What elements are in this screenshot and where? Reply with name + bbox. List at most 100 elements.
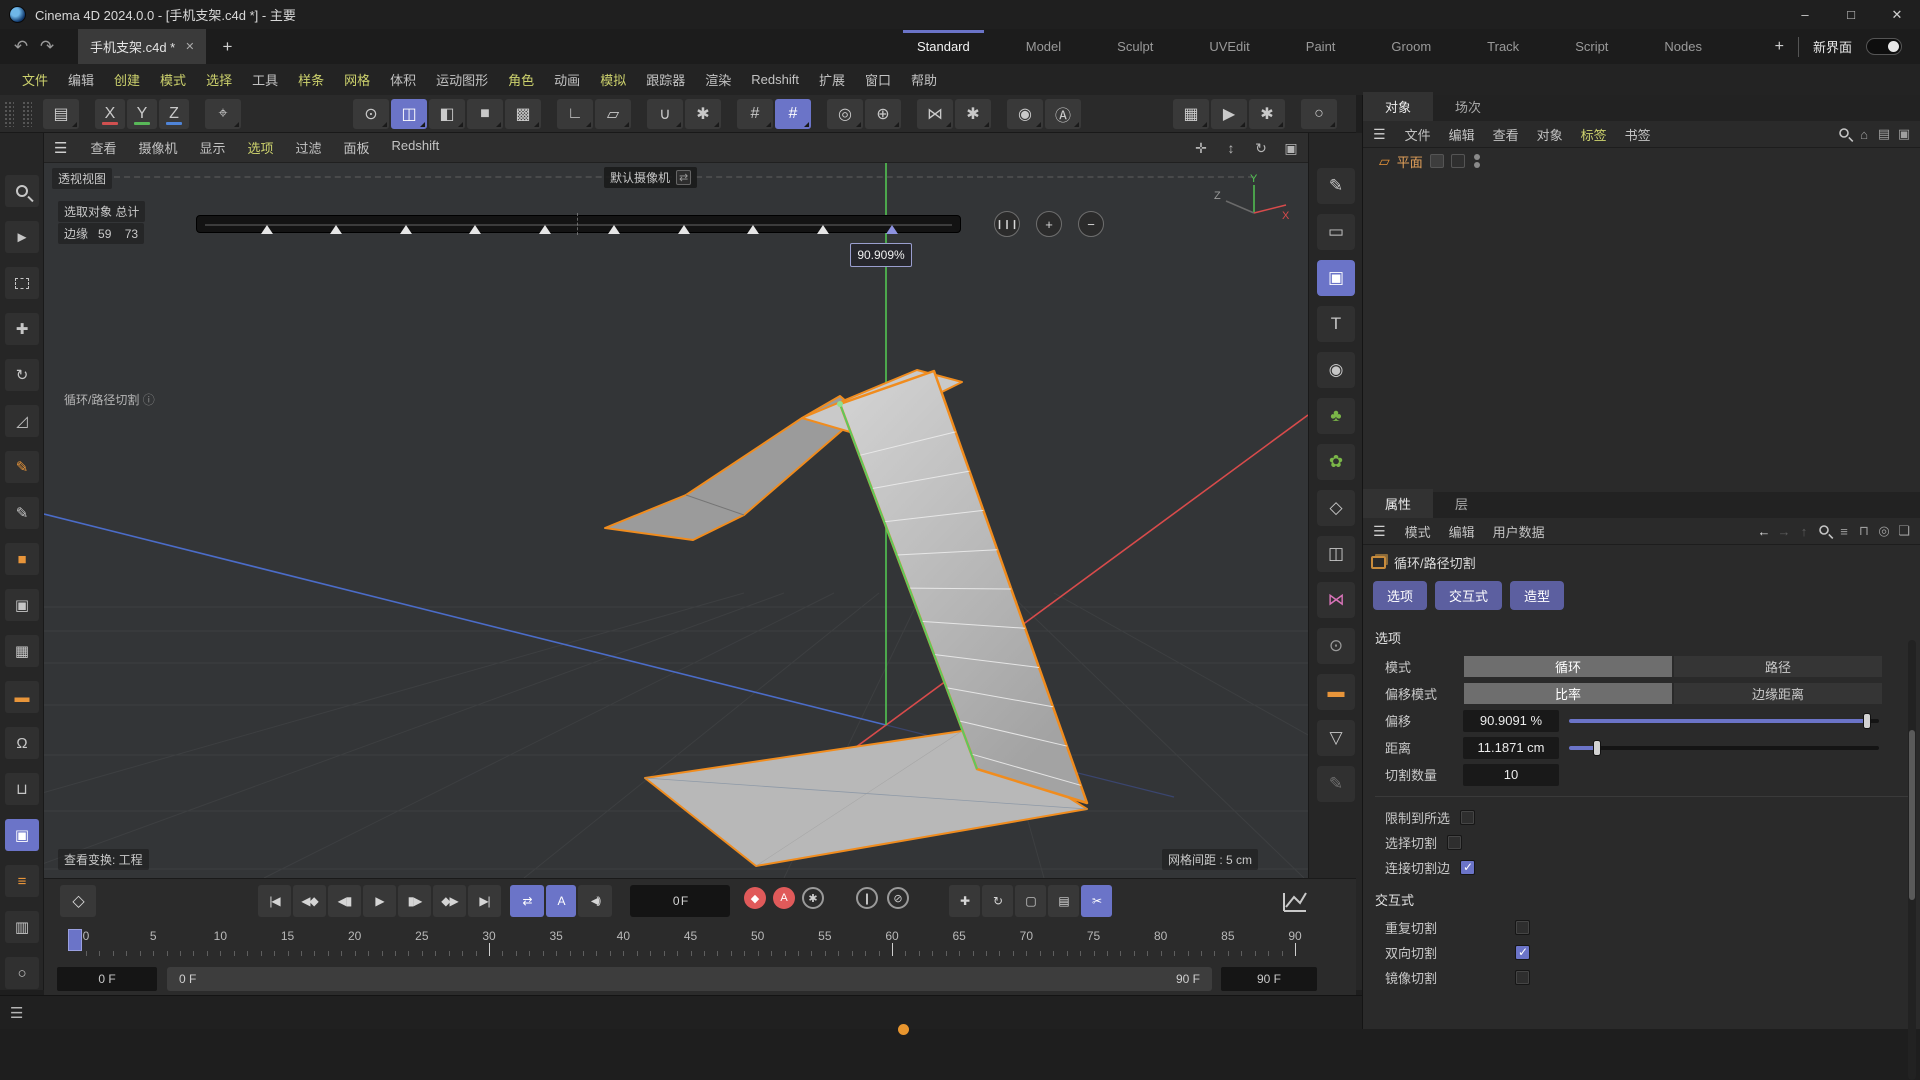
menu-item[interactable]: Redshift (741, 72, 809, 87)
playhead-marker[interactable] (68, 929, 82, 951)
menu-item[interactable]: 创建 (104, 70, 150, 89)
rectangle-selection-tool[interactable] (5, 267, 39, 299)
rectangle-spline-tool[interactable]: ▭ (1317, 214, 1355, 250)
add-layout-button[interactable]: + (1775, 38, 1784, 56)
subdivision-surface-tool[interactable]: ◉ (1317, 352, 1355, 388)
phone-stand-model[interactable] (605, 370, 1087, 866)
menu-item[interactable]: 体积 (380, 70, 426, 89)
camera-swap-icon[interactable]: ⇄ (676, 170, 691, 185)
menu-item[interactable]: 运动图形 (426, 70, 498, 89)
back-arrow-icon[interactable]: ← (1754, 524, 1774, 539)
sphere-tool[interactable]: ○ (5, 957, 39, 989)
timeline-ruler[interactable]: 051015202530354045505560657075808590 (44, 927, 1356, 961)
object-menu-item[interactable]: 文件 (1396, 125, 1440, 144)
menu-item[interactable]: 渲染 (695, 70, 741, 89)
distance-slider[interactable] (1569, 737, 1879, 759)
menu-item[interactable]: 编辑 (58, 70, 104, 89)
remove-cut-button[interactable]: − (1078, 211, 1104, 237)
maximize-icon[interactable]: ▣ (1280, 140, 1302, 157)
tree-object-tool[interactable]: ♣ (1317, 398, 1355, 434)
menu-item[interactable]: 动画 (544, 70, 590, 89)
checkbox[interactable] (1515, 920, 1530, 935)
make-editable-button[interactable]: ▤ (43, 99, 79, 129)
simulation-tool[interactable]: ⊙ (1317, 628, 1355, 664)
play-button[interactable]: ▶ (363, 885, 396, 917)
menu-item[interactable]: 模拟 (590, 70, 636, 89)
range-end-field[interactable]: 90 F (1221, 967, 1317, 991)
next-frame-button[interactable]: ▮▶ (398, 885, 431, 917)
spline-pen-tool[interactable]: ✎ (1317, 168, 1355, 204)
checkbox[interactable] (1515, 970, 1530, 985)
quantize-button[interactable]: ◎ (827, 99, 863, 129)
pause-button[interactable]: ❙❙❙ (994, 211, 1020, 237)
cuts-input[interactable]: 10 (1463, 764, 1559, 786)
autokey-mode-button[interactable]: A (546, 885, 576, 917)
category-button[interactable]: 选项 (1373, 581, 1427, 610)
autokey-button[interactable]: A (773, 887, 795, 909)
cut-marker[interactable] (539, 225, 551, 234)
toolbar-grip[interactable] (4, 101, 14, 127)
attribute-menu-item[interactable]: 模式 (1396, 522, 1440, 541)
camera-label[interactable]: 默认摄像机 ⇄ (604, 167, 697, 188)
attribute-menu-item[interactable]: 用户数据 (1484, 522, 1554, 541)
loop-cut-tool[interactable]: ▣ (5, 819, 39, 851)
snap-settings-button[interactable]: ✱ (685, 99, 721, 129)
layout-tab[interactable]: UVEdit (1181, 30, 1277, 63)
zoom-icon[interactable]: ↕ (1220, 140, 1242, 156)
home-icon[interactable]: ⌂ (1854, 127, 1874, 142)
cut-marker[interactable] (608, 225, 620, 234)
panel-tab[interactable]: 对象 (1363, 92, 1433, 121)
viewport-menu-item[interactable]: 摄像机 (127, 138, 188, 157)
menu-item[interactable]: 样条 (288, 70, 334, 89)
current-frame-field[interactable]: 0 F (630, 885, 730, 917)
info-icon[interactable]: ⓘ (143, 393, 155, 407)
workplane-button[interactable]: ▱ (595, 99, 631, 129)
visibility-dots[interactable] (1474, 154, 1480, 168)
coordinate-system-button[interactable]: ⌖ (205, 99, 241, 129)
record-pla-button[interactable]: ✂ (1081, 885, 1112, 917)
deformer-tool[interactable]: ▬ (1317, 674, 1355, 710)
menu-item[interactable]: 工具 (242, 70, 288, 89)
polygons-mode-button[interactable]: ◧ (429, 99, 465, 129)
target-icon[interactable]: ◎ (1874, 523, 1894, 539)
keyframe-diamond-button[interactable]: ◇ (60, 885, 96, 917)
quantize-settings-button[interactable]: ⊕ (865, 99, 901, 129)
keying-settings-button[interactable]: ✱ (802, 887, 824, 909)
search-icon[interactable] (1834, 127, 1854, 142)
object-edit-chip[interactable] (1430, 154, 1444, 168)
prev-key-button[interactable]: ◀◆ (293, 885, 326, 917)
layout-tab[interactable]: Groom (1363, 30, 1459, 63)
rotate-tool[interactable]: ↻ (5, 359, 39, 391)
category-button[interactable]: 造型 (1510, 581, 1564, 610)
cube-object-tool[interactable]: ▣ (1317, 260, 1355, 296)
cut-marker[interactable] (747, 225, 759, 234)
offset-slider[interactable] (1569, 710, 1879, 732)
object-list-empty[interactable] (1363, 174, 1920, 492)
lock-icon[interactable]: ⊓ (1854, 523, 1874, 539)
distance-input[interactable]: 11.1871 cm (1463, 737, 1559, 759)
viewport-menu-item[interactable]: 过滤 (285, 138, 333, 157)
checkbox[interactable] (1515, 945, 1530, 960)
active-cut-marker[interactable] (886, 225, 898, 234)
cylinder-tool[interactable]: ▥ (5, 911, 39, 943)
up-arrow-icon[interactable]: ↑ (1794, 524, 1814, 539)
render-picture-viewer-button[interactable]: ▶ (1211, 99, 1247, 129)
axis-lock-x-button[interactable]: X (95, 99, 125, 129)
object-menu-item[interactable]: 标签 (1572, 125, 1616, 144)
zoom-tool[interactable] (5, 175, 39, 207)
text-object-tool[interactable]: T (1317, 306, 1355, 342)
category-button[interactable]: 交互式 (1435, 581, 1502, 610)
offset-hud-slider[interactable] (196, 215, 961, 233)
viewport-menu-item[interactable]: 查看 (79, 138, 127, 157)
mograph-tool[interactable]: ✿ (1317, 444, 1355, 480)
list-tool[interactable]: ≡ (5, 865, 39, 897)
goto-start-button[interactable]: |◀ (258, 885, 291, 917)
offset-mode-ratio[interactable]: 比率 (1463, 682, 1673, 705)
pen-tool[interactable]: ✎ (5, 451, 39, 483)
viewport-menu-item[interactable]: Redshift (381, 138, 451, 157)
grid-lock-button[interactable]: # (775, 99, 811, 129)
layout-tab[interactable]: Model (998, 30, 1089, 63)
menu-item[interactable]: 网格 (334, 70, 380, 89)
mode-option-path[interactable]: 路径 (1673, 655, 1883, 678)
render-settings-button[interactable]: ✱ (1249, 99, 1285, 129)
